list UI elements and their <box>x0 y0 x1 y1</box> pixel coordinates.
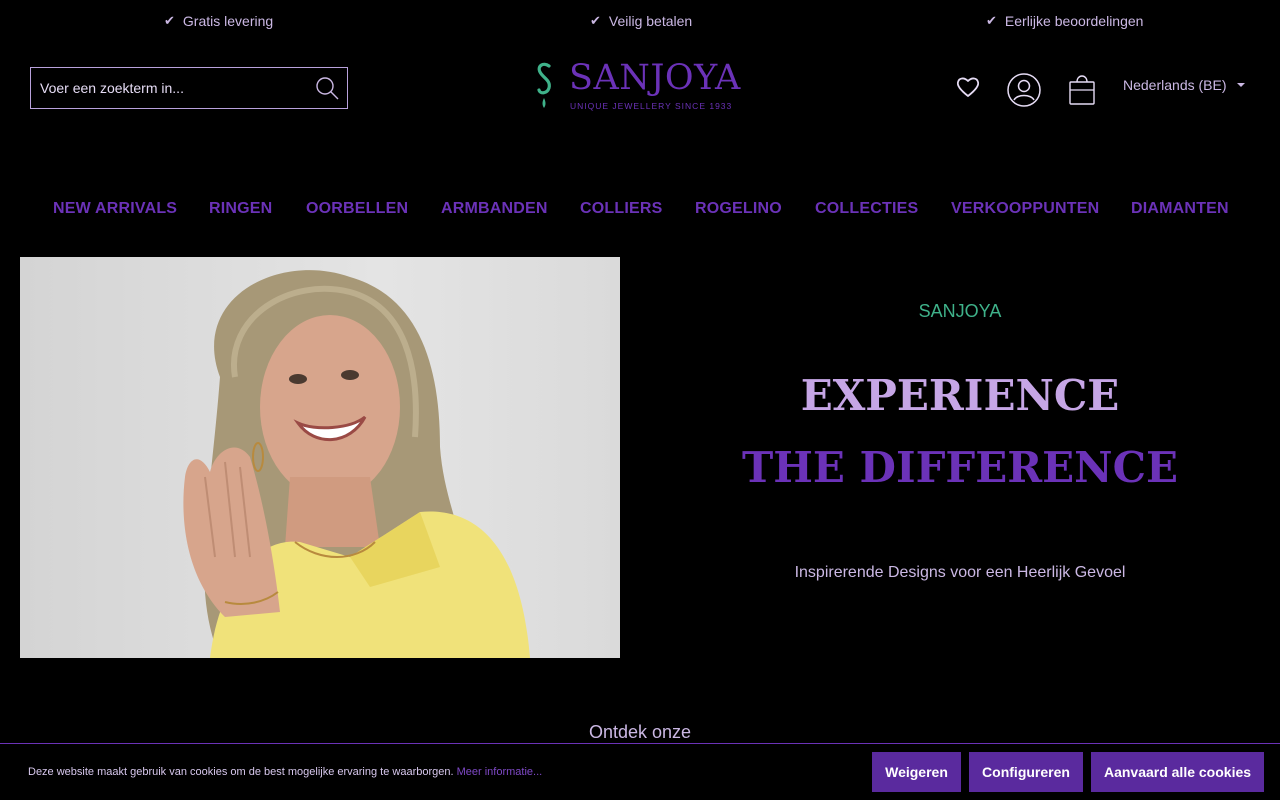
language-selector[interactable]: Nederlands (BE) <box>1123 77 1245 93</box>
hero-eyebrow: SANJOYA <box>918 301 1002 321</box>
nav-item-new-arrivals[interactable]: NEW ARRIVALS <box>53 200 177 218</box>
nav-item-diamanten[interactable]: DIAMANTEN <box>1131 200 1229 218</box>
cookie-bar: Deze website maakt gebruik van cookies o… <box>0 743 1280 800</box>
usp-label: Veilig betalen <box>608 13 693 29</box>
usp-item: ✔ Eerlijke beoordelingen <box>986 13 1143 29</box>
refuse-cookies-button[interactable]: Weigeren <box>872 752 961 792</box>
heart-icon[interactable] <box>955 76 981 103</box>
hero-text: SANJOYA EXPERIENCE THE DIFFERENCE Inspir… <box>640 257 1280 658</box>
usp-item: ✔ Veilig betalen <box>590 13 692 29</box>
nav-item-rogelino[interactable]: ROGELINO <box>695 200 782 218</box>
logo-tagline: UNIQUE JEWELLERY SINCE 1933 <box>570 101 733 111</box>
hero-subline: Inspirerende Designs voor een Heerlijk G… <box>794 564 1126 581</box>
nav-item-verkooppunten[interactable]: VERKOOPPUNTEN <box>951 200 1099 218</box>
main-nav: NEW ARRIVALS RINGEN OORBELLEN ARMBANDEN … <box>0 200 1280 220</box>
account-icon[interactable] <box>1006 72 1042 113</box>
cookie-message: Deze website maakt gebruik van cookies o… <box>28 766 454 778</box>
check-icon: ✔ <box>590 13 601 28</box>
usp-item: ✔ Gratis levering <box>164 13 273 29</box>
logo-mark-icon <box>537 62 551 108</box>
search-input[interactable] <box>31 68 307 108</box>
search-icon[interactable] <box>307 68 347 108</box>
nav-item-colliers[interactable]: COLLIERS <box>580 200 663 218</box>
language-label: Nederlands (BE) <box>1123 77 1227 93</box>
nav-item-armbanden[interactable]: ARMBANDEN <box>441 200 548 218</box>
search-box <box>30 67 348 109</box>
usp-label: Eerlijke beoordelingen <box>1004 13 1144 29</box>
section-title: Ontdek onze <box>588 722 692 742</box>
hero-headline-2: THE DIFFERENCE <box>741 443 1179 492</box>
cookie-text: Deze website maakt gebruik van cookies o… <box>28 766 542 778</box>
nav-item-collecties[interactable]: COLLECTIES <box>815 200 918 218</box>
nav-item-ringen[interactable]: RINGEN <box>209 200 272 218</box>
hero-headline-1: EXPERIENCE <box>800 371 1120 420</box>
accept-all-cookies-button[interactable]: Aanvaard alle cookies <box>1091 752 1264 792</box>
cookie-more-link[interactable]: Meer informatie... <box>457 766 543 778</box>
nav-item-oorbellen[interactable]: OORBELLEN <box>306 200 408 218</box>
shopping-bag-icon[interactable] <box>1068 70 1096 111</box>
check-icon: ✔ <box>986 13 997 28</box>
check-icon: ✔ <box>164 13 175 28</box>
logo[interactable]: SANJOYA UNIQUE JEWELLERY SINCE 1933 <box>533 58 753 114</box>
logo-wordmark: SANJOYA <box>569 58 741 98</box>
hero-image <box>20 257 620 658</box>
usp-label: Gratis levering <box>182 13 274 29</box>
usp-bar: ✔ Gratis levering ✔ Veilig betalen ✔ Eer… <box>0 0 1280 44</box>
chevron-down-icon <box>1236 83 1245 87</box>
configure-cookies-button[interactable]: Configureren <box>969 752 1083 792</box>
